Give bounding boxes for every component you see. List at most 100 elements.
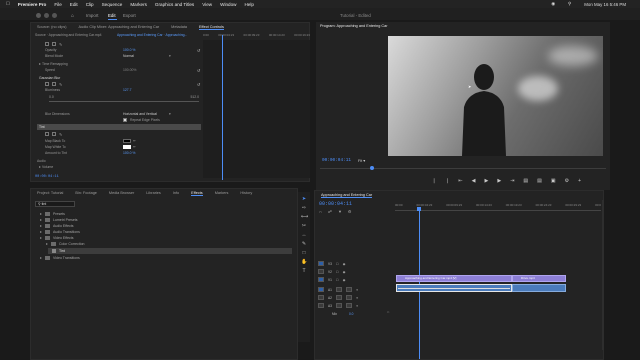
add-icon[interactable]: +	[578, 178, 581, 184]
black-swatch[interactable]	[123, 139, 131, 143]
razor-tool-icon[interactable]: ✂	[301, 223, 307, 229]
disclosure-icon[interactable]	[40, 213, 42, 215]
settings-icon[interactable]: ⚙	[565, 178, 569, 184]
video-clip-drive[interactable]: Drive.mp4	[512, 275, 566, 282]
wifi-icon[interactable]: ◉	[551, 1, 555, 7]
clock[interactable]: Mon May 16 5:46 PM	[584, 2, 626, 7]
tab-project[interactable]: Project: Tutorial	[37, 191, 63, 195]
eye-icon[interactable]: ◉	[343, 278, 346, 282]
step-back-icon[interactable]: ◀	[472, 178, 476, 184]
mic-icon[interactable]: ⚭	[356, 296, 359, 300]
white-swatch[interactable]	[123, 145, 131, 149]
rect-mask-icon[interactable]	[52, 42, 56, 46]
mic-icon[interactable]: ⚭	[356, 304, 359, 308]
effects-search-input[interactable]: ⚲ tint	[35, 201, 75, 207]
menu-edit[interactable]: Edit	[70, 2, 78, 7]
disclosure-icon[interactable]	[40, 237, 42, 239]
apple-icon[interactable]: 	[6, 1, 10, 7]
mute-button[interactable]	[335, 295, 342, 300]
tab-markers[interactable]: Markers	[215, 191, 229, 195]
menu-clip[interactable]: Clip	[86, 2, 94, 7]
wrench-icon[interactable]: ⚙	[348, 209, 352, 214]
ripple-edit-tool-icon[interactable]: ⟷	[301, 214, 308, 220]
tab-media-browser[interactable]: Media Browser	[109, 191, 134, 195]
row-tint[interactable]: Tint	[39, 124, 45, 130]
program-title[interactable]: Program: Approaching and Entering Car	[320, 24, 388, 28]
mark-in-icon[interactable]: ❘	[432, 178, 436, 184]
tree-color-correction[interactable]: Color Correction	[46, 241, 84, 247]
ec-timecode[interactable]: 00:00:04:11	[35, 175, 59, 179]
menu-help[interactable]: Help	[244, 2, 253, 7]
target-toggle[interactable]	[318, 269, 324, 274]
track-select-tool-icon[interactable]: ⇨	[301, 205, 307, 211]
chevron-down-icon[interactable]: ▾	[169, 54, 171, 58]
blurriness-value[interactable]: 127.7	[123, 88, 132, 92]
mix-value[interactable]: 0.0	[349, 312, 353, 316]
target-toggle[interactable]	[318, 287, 324, 292]
menu-window[interactable]: Window	[220, 2, 236, 7]
amount-tint-value[interactable]: 100.0 %	[123, 151, 135, 155]
snap-icon[interactable]: ∩	[319, 209, 322, 214]
tab-bin-footage[interactable]: Bin: Footage	[75, 191, 97, 195]
row-volume[interactable]: Volume	[39, 164, 53, 170]
tree-tint[interactable]: Tint	[52, 248, 65, 254]
minimize-window-button[interactable]	[44, 13, 49, 18]
reset-icon[interactable]: ↺	[197, 82, 200, 88]
fit-dropdown[interactable]: Fit ▾	[358, 158, 365, 163]
nav-edit[interactable]: Edit	[108, 13, 116, 18]
disclosure-icon[interactable]	[39, 63, 41, 65]
tree-video-transitions[interactable]: Video Transitions	[40, 255, 80, 261]
tab-history[interactable]: History	[240, 191, 252, 195]
target-toggle[interactable]	[318, 295, 324, 300]
eye-icon[interactable]: ◉	[343, 262, 346, 266]
eyedropper-icon[interactable]: ✏	[133, 139, 136, 143]
program-playhead[interactable]	[370, 166, 374, 170]
timeline-timecode[interactable]: 00:00:04:11	[319, 201, 352, 207]
menu-markers[interactable]: Markers	[130, 2, 147, 7]
tab-source[interactable]: Source: (no clips)	[37, 25, 67, 29]
disclosure-icon[interactable]	[40, 231, 42, 233]
speed-value[interactable]: 100.00%	[123, 68, 136, 72]
extract-icon[interactable]: ▤	[537, 178, 542, 184]
video-clip[interactable]: Approaching and Entering Car.mp4 [V]	[396, 275, 512, 282]
menu-sequence[interactable]: Sequence	[102, 2, 123, 7]
slip-tool-icon[interactable]: ↔	[301, 232, 307, 238]
mark-out-icon[interactable]: ❘	[445, 178, 449, 184]
add-marker-icon[interactable]: ▼	[338, 209, 342, 214]
disclosure-icon[interactable]	[40, 225, 42, 227]
rectangle-tool-icon[interactable]: □	[301, 250, 307, 256]
play-icon[interactable]: ▶	[484, 178, 488, 184]
step-forward-icon[interactable]: ▶	[497, 178, 501, 184]
lock-icon[interactable]: ☐	[336, 278, 339, 282]
app-menu[interactable]: Premiere Pro	[18, 2, 47, 7]
pen-mask-icon[interactable]: ✎	[59, 132, 62, 137]
pen-tool-icon[interactable]: ✎	[301, 241, 307, 247]
eye-icon[interactable]: ◉	[343, 270, 346, 274]
timeline-ruler[interactable]: 00:00 00:00:04:23 00:00:09:23 00:00:14:2…	[395, 203, 601, 207]
sequence-tab[interactable]: Approaching and Entering Car	[321, 193, 373, 198]
clip-label[interactable]: Approaching and Entering Car · Approachi…	[117, 33, 187, 37]
target-toggle[interactable]	[318, 303, 324, 308]
pen-mask-icon[interactable]: ✎	[59, 42, 62, 47]
blend-mode-select[interactable]: Normal	[123, 54, 169, 58]
mute-button[interactable]	[335, 287, 342, 292]
disclosure-icon[interactable]	[40, 257, 42, 259]
ec-playhead[interactable]	[222, 35, 223, 180]
eyedropper-icon[interactable]: ✏	[133, 145, 136, 149]
solo-button[interactable]	[345, 303, 352, 308]
selection-tool-icon[interactable]: ➤	[301, 196, 307, 202]
audio-clip-drive[interactable]	[512, 284, 566, 292]
tab-libraries[interactable]: Libraries	[146, 191, 161, 195]
search-icon[interactable]: ⚲	[568, 1, 571, 7]
maximize-window-button[interactable]	[52, 13, 57, 18]
disclosure-icon[interactable]	[39, 166, 41, 168]
menu-view[interactable]: View	[202, 2, 212, 7]
solo-button[interactable]	[345, 295, 352, 300]
tab-effect-controls[interactable]: Effect Controls	[199, 25, 224, 30]
solo-button[interactable]	[345, 287, 352, 292]
mic-icon[interactable]: ⚭	[356, 288, 359, 292]
repeat-edge-checkbox[interactable]	[123, 118, 127, 122]
hand-tool-icon[interactable]: ✋	[301, 259, 307, 265]
blurriness-slider[interactable]	[49, 101, 199, 102]
tab-metadata[interactable]: Metadata	[171, 25, 187, 29]
